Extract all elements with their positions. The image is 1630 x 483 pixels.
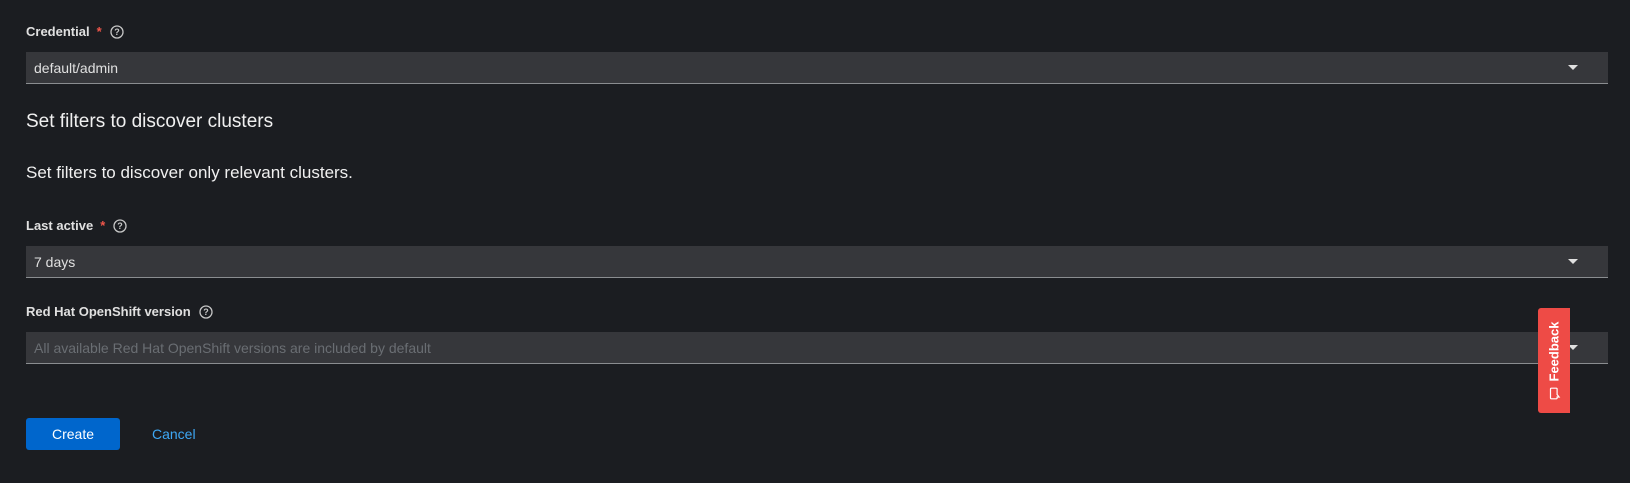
openshift-version-label-row: Red Hat OpenShift version ? [26,304,213,319]
svg-text:?: ? [114,27,120,37]
feedback-label: Feedback [1546,321,1562,382]
last-active-select[interactable]: 7 days [26,246,1608,278]
filters-section-title: Set filters to discover clusters [26,111,274,132]
openshift-version-placeholder: All available Red Hat OpenShift versions… [34,339,431,356]
help-icon[interactable]: ? [109,24,124,39]
credential-select[interactable]: default/admin [26,52,1608,84]
last-active-label: Last active [26,218,94,233]
svg-text:?: ? [203,307,209,317]
credential-label: Credential [26,24,90,39]
caret-down-icon [1568,259,1578,264]
feedback-tab[interactable]: Feedback [1538,308,1570,413]
help-icon[interactable]: ? [199,304,213,319]
required-asterisk: * [100,218,106,233]
chat-bubble-icon [1548,387,1560,400]
caret-down-icon [1568,65,1578,70]
svg-text:?: ? [118,221,124,231]
feedback-tab-content: Feedback [1547,322,1562,400]
credential-selected-value: default/admin [34,59,119,76]
discovery-config-form: Credential * ? default/admin Set filters… [0,0,1630,483]
openshift-version-select[interactable]: All available Red Hat OpenShift versions… [26,332,1608,364]
credential-label-row: Credential * ? [26,24,124,39]
cancel-button[interactable]: Cancel [140,418,208,450]
help-icon[interactable]: ? [113,218,127,233]
required-asterisk: * [96,24,102,39]
last-active-label-row: Last active * ? [26,218,127,233]
create-button[interactable]: Create [26,418,120,450]
last-active-selected-value: 7 days [34,253,76,270]
filters-section-description: Set filters to discover only relevant cl… [26,163,353,182]
openshift-version-label: Red Hat OpenShift version [26,304,191,319]
